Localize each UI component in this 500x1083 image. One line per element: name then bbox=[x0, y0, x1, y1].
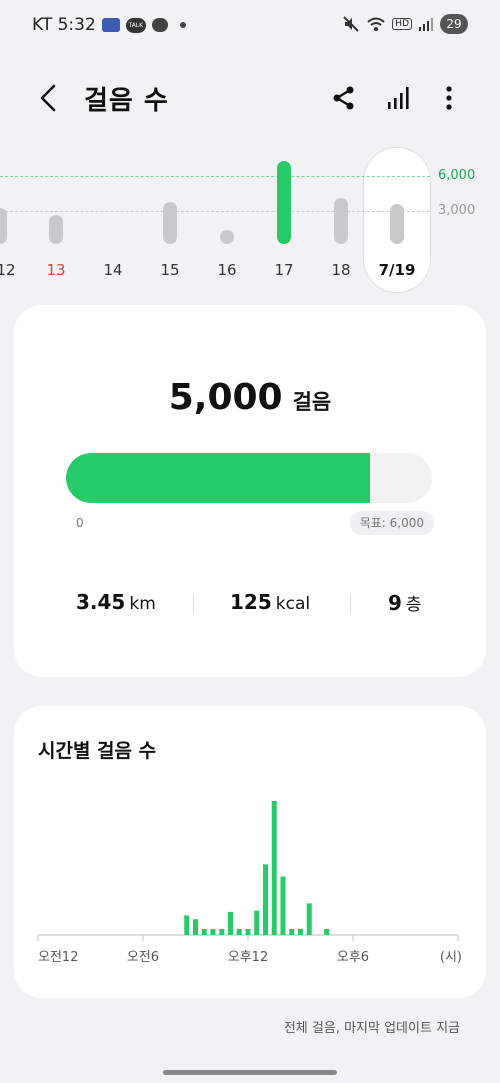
day-bar-16[interactable] bbox=[220, 230, 234, 244]
hourly-bar bbox=[210, 928, 216, 935]
hourly-steps-card[interactable]: 오전12 오전6 오후12 오후6 (시) 시간별 걸음 수 bbox=[14, 706, 486, 998]
hd-icon: HD bbox=[392, 18, 412, 30]
steps-total: 5,000 걸음 bbox=[14, 377, 486, 418]
progress-start-label: 0 bbox=[76, 516, 84, 530]
day-label-12[interactable]: 12 bbox=[0, 261, 26, 279]
day-label-14[interactable]: 14 bbox=[93, 261, 133, 279]
hourly-bar bbox=[219, 928, 225, 935]
update-note: 전체 걸음, 마지막 업데이트 지금 bbox=[283, 1021, 460, 1036]
floors-unit: 층 bbox=[405, 595, 422, 615]
hourly-bar bbox=[280, 876, 286, 935]
divider bbox=[350, 594, 351, 614]
hourly-bar bbox=[324, 928, 330, 935]
back-button[interactable] bbox=[34, 82, 64, 114]
steps-unit: 걸음 bbox=[292, 390, 332, 414]
day-label-18[interactable]: 18 bbox=[321, 261, 361, 279]
home-indicator[interactable] bbox=[163, 1070, 337, 1075]
status-right: HD 29 bbox=[342, 14, 468, 34]
hourly-bar bbox=[263, 864, 268, 935]
hourly-bar bbox=[298, 928, 303, 935]
floors-stat: 9층 bbox=[388, 590, 422, 615]
daily-bars bbox=[0, 160, 500, 244]
floors-value: 9 bbox=[388, 591, 402, 615]
day-label-13[interactable]: 13 bbox=[36, 261, 76, 279]
hourly-bar bbox=[271, 801, 277, 935]
x-tick-label: 오전6 bbox=[127, 950, 159, 965]
distance-unit: km bbox=[129, 594, 156, 614]
day-bar-7/19[interactable] bbox=[390, 204, 404, 244]
signal-icon bbox=[419, 18, 433, 31]
more-options-button[interactable] bbox=[438, 84, 460, 112]
distance-stat: 3.45 km bbox=[76, 590, 156, 614]
calories-stat: 125 kcal bbox=[230, 590, 310, 614]
day-bar-12[interactable] bbox=[0, 208, 7, 244]
hourly-title: 시간별 걸음 수 bbox=[38, 740, 157, 762]
status-left: KT 5:32 TALK bbox=[32, 15, 186, 35]
chat-bubble-icon bbox=[151, 18, 168, 32]
x-tick-label: 오전12 bbox=[38, 950, 78, 965]
more-vertical-icon bbox=[446, 86, 452, 110]
dot-icon bbox=[179, 22, 186, 28]
day-bar-18[interactable] bbox=[334, 198, 348, 244]
app-icon bbox=[101, 18, 120, 32]
divider bbox=[193, 594, 194, 614]
hourly-bar bbox=[306, 903, 312, 935]
day-bar-13[interactable] bbox=[49, 215, 63, 244]
carrier-time: KT 5:32 bbox=[32, 15, 96, 35]
hourly-bar bbox=[289, 928, 295, 935]
trends-button[interactable] bbox=[385, 84, 413, 112]
day-label-15[interactable]: 15 bbox=[150, 261, 190, 279]
wifi-icon bbox=[367, 17, 385, 31]
hourly-bar bbox=[236, 928, 242, 935]
summary-card: 5,000 걸음 0 목표: 6,000 3.45 km 125 kcal 9층 bbox=[14, 305, 486, 677]
hourly-bar bbox=[228, 911, 233, 935]
kakao-talk-icon: TALK bbox=[125, 17, 146, 33]
hourly-bar bbox=[254, 910, 260, 935]
steps-count: 5,000 bbox=[168, 377, 283, 418]
day-label-17[interactable]: 17 bbox=[264, 261, 304, 279]
chevron-left-icon bbox=[40, 84, 56, 112]
app-bar: 걸음 수 bbox=[0, 70, 500, 126]
share-button[interactable] bbox=[330, 84, 358, 112]
day-label-16[interactable]: 16 bbox=[207, 261, 247, 279]
hourly-bar bbox=[245, 928, 251, 935]
stats-row: 3.45 km 125 kcal 9층 bbox=[14, 590, 486, 620]
day-bar-17[interactable] bbox=[277, 161, 291, 244]
mute-icon bbox=[343, 16, 360, 32]
x-axis-unit: (시) bbox=[440, 950, 462, 965]
goal-label[interactable]: 목표: 6,000 bbox=[349, 511, 434, 535]
day-bar-15[interactable] bbox=[163, 202, 177, 244]
hourly-bar bbox=[184, 915, 190, 935]
share-icon bbox=[333, 86, 354, 110]
x-tick-label: 오후12 bbox=[228, 950, 268, 965]
hourly-bar bbox=[193, 919, 198, 935]
hourly-bar bbox=[201, 928, 207, 935]
x-tick-label: 오후6 bbox=[337, 950, 369, 965]
status-bar: KT 5:32 TALK HD 29 bbox=[0, 0, 500, 50]
page-title: 걸음 수 bbox=[84, 86, 169, 116]
battery-badge: 29 bbox=[440, 14, 468, 34]
calories-unit: kcal bbox=[275, 594, 311, 614]
goal-progress-bar bbox=[66, 453, 432, 503]
day-label-7/19[interactable]: 7/19 bbox=[377, 261, 417, 279]
calories-value: 125 bbox=[230, 590, 272, 614]
distance-value: 3.45 bbox=[76, 590, 126, 614]
goal-progress-fill bbox=[66, 453, 370, 503]
bar-chart-icon bbox=[388, 87, 409, 109]
